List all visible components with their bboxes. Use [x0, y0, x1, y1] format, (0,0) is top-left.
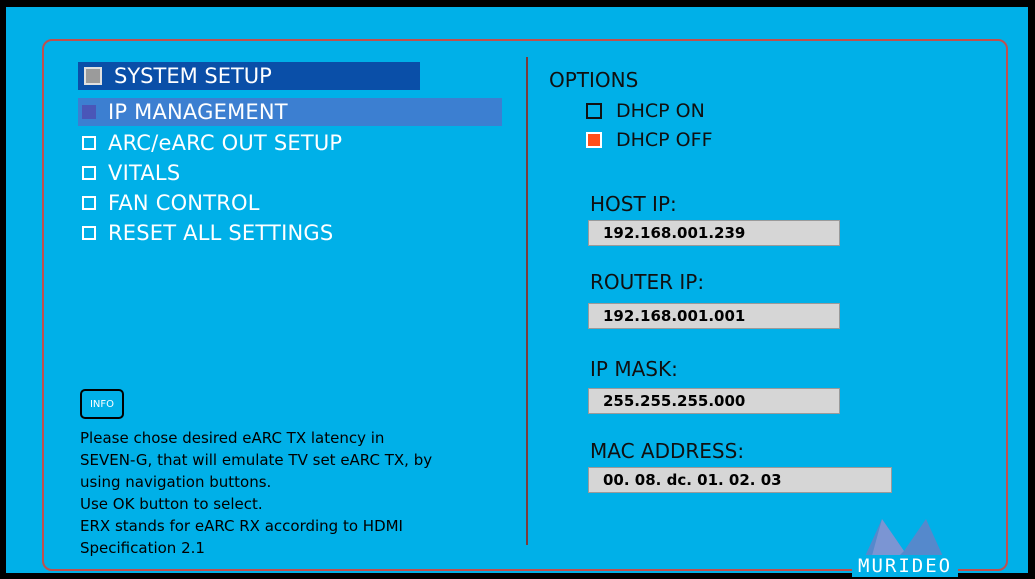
- brand-logo: MURIDEO: [852, 555, 959, 577]
- info-text: Please chose desired eARC TX latency in …: [80, 427, 520, 559]
- ip-mask-field[interactable]: 255.255.255.000: [588, 388, 840, 414]
- checkbox-icon: [82, 105, 96, 119]
- checkbox-icon: [82, 166, 96, 180]
- option-dhcp-on[interactable]: DHCP ON: [586, 99, 705, 123]
- option-dhcp-off[interactable]: DHCP OFF: [586, 128, 713, 152]
- menu-item-label: VITALS: [108, 161, 181, 185]
- menu-item-reset-all-settings[interactable]: RESET ALL SETTINGS: [82, 219, 333, 247]
- menu-item-label: IP MANAGEMENT: [108, 100, 288, 124]
- checkbox-icon: [82, 196, 96, 210]
- checkbox-icon: [82, 136, 96, 150]
- checked-box-icon: [586, 132, 602, 148]
- host-ip-label: HOST IP:: [590, 192, 677, 216]
- menu-item-vitals[interactable]: VITALS: [82, 159, 180, 187]
- menu-item-label: ARC/eARC OUT SETUP: [108, 131, 343, 155]
- host-ip-field[interactable]: 192.168.001.239: [588, 220, 840, 246]
- info-button[interactable]: INFO: [80, 389, 124, 419]
- options-title: OPTIONS: [549, 68, 639, 92]
- menu-header: SYSTEM SETUP: [78, 62, 420, 90]
- mac-address-field[interactable]: 00. 08. dc. 01. 02. 03: [588, 467, 892, 493]
- menu-item-arc-earc-out-setup[interactable]: ARC/eARC OUT SETUP: [82, 129, 342, 157]
- osd-screen: SYSTEM SETUP IP MANAGEMENT ARC/eARC OUT …: [6, 7, 1028, 577]
- checkbox-icon: [82, 226, 96, 240]
- info-line: using navigation buttons.: [80, 473, 272, 491]
- menu-item-label: FAN CONTROL: [108, 191, 260, 215]
- info-line: SEVEN-G, that will emulate TV set eARC T…: [80, 451, 433, 469]
- ip-mask-label: IP MASK:: [590, 357, 678, 381]
- mac-address-label: MAC ADDRESS:: [590, 439, 745, 463]
- column-divider: [526, 57, 528, 545]
- option-label: DHCP OFF: [616, 129, 713, 151]
- menu-item-ip-management[interactable]: IP MANAGEMENT: [82, 98, 288, 126]
- info-line: Specification 2.1: [80, 539, 205, 557]
- router-ip-field[interactable]: 192.168.001.001: [588, 303, 840, 329]
- header-square-icon: [84, 67, 102, 85]
- menu-item-label: RESET ALL SETTINGS: [108, 221, 334, 245]
- menu-item-fan-control[interactable]: FAN CONTROL: [82, 189, 260, 217]
- menu-header-title: SYSTEM SETUP: [114, 64, 272, 88]
- router-ip-label: ROUTER IP:: [590, 270, 705, 294]
- option-label: DHCP ON: [616, 100, 705, 122]
- info-line: Please chose desired eARC TX latency in: [80, 429, 385, 447]
- info-line: Use OK button to select.: [80, 495, 263, 513]
- info-line: ERX stands for eARC RX according to HDMI: [80, 517, 403, 535]
- checkbox-icon: [586, 103, 602, 119]
